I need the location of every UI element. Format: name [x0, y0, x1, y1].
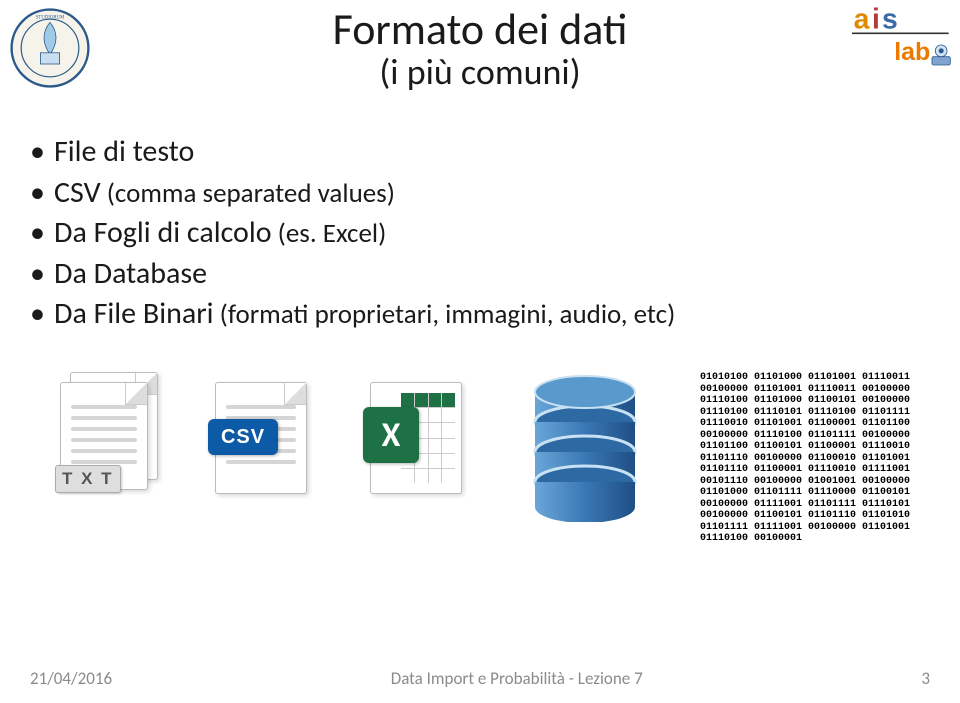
excel-file-icon: X: [370, 382, 470, 494]
bullet-item: Da Fogli di calcolo (es. Excel): [30, 213, 930, 254]
svg-text:i: i: [872, 3, 880, 35]
footer-page-number: 3: [921, 668, 930, 689]
excel-badge: X: [363, 407, 419, 463]
footer-title: Data Import e Probabilità - Lezione 7: [391, 668, 643, 689]
bullet-item: CSV (comma separated values): [30, 173, 930, 214]
bullet-paren: (formati proprietari, immagini, audio, e…: [214, 298, 676, 331]
slide-footer: 21/04/2016 Data Import e Probabilità - L…: [0, 668, 960, 689]
bullet-paren: (es. Excel): [272, 217, 387, 250]
bullet-text: Da File Binari: [54, 295, 214, 332]
csv-file-icon: CSV: [215, 382, 315, 494]
svg-text:STUDIORUM: STUDIORUM: [36, 15, 65, 20]
slide-subtitle: (i più comuni): [0, 50, 960, 94]
csv-badge: CSV: [208, 419, 278, 455]
icons-row: T X T CSV X: [60, 372, 930, 545]
binary-data-block: 01010100 01101000 01101001 01110011 0010…: [700, 372, 910, 545]
txt-label: T X T: [55, 465, 121, 493]
bullet-item: File di testo: [30, 132, 930, 173]
slide-title: Formato dei dati: [0, 2, 960, 56]
bullet-list: File di testo CSV (comma separated value…: [30, 132, 930, 335]
university-seal-icon: STUDIORUM: [10, 8, 90, 88]
bullet-text: CSV: [54, 174, 101, 211]
svg-text:a: a: [854, 3, 870, 35]
bullet-paren: (comma separated values): [101, 177, 395, 210]
bullet-item: Da Database: [30, 254, 930, 295]
bullet-text: Da Fogli di calcolo: [54, 214, 272, 251]
txt-file-icon: T X T: [60, 382, 160, 490]
aislab-logo-icon: a i s lab: [852, 0, 952, 90]
database-icon: [525, 372, 645, 527]
bullet-item: Da File Binari (formati proprietari, imm…: [30, 294, 930, 335]
footer-date: 21/04/2016: [30, 668, 112, 689]
bullet-text: Da Database: [54, 255, 207, 292]
svg-text:lab: lab: [894, 38, 930, 66]
slide-body: File di testo CSV (comma separated value…: [30, 132, 930, 335]
svg-text:s: s: [882, 3, 898, 35]
bullet-text: File di testo: [54, 133, 194, 170]
